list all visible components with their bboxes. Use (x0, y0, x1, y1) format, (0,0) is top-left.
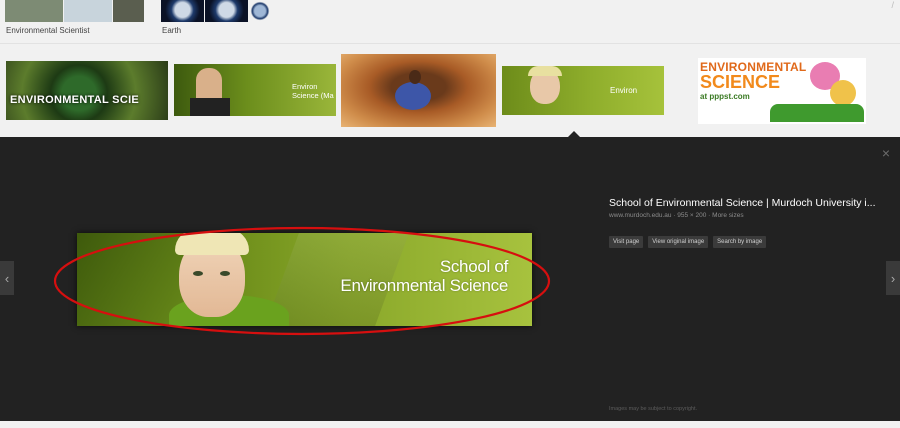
bottom-strip (0, 421, 900, 428)
thumbnail-figure (395, 82, 431, 110)
image-results-row: ENVIRONMENTAL SCIE Environ Science (Ma E… (0, 44, 900, 137)
chevron-left-icon: ‹ (4, 270, 10, 286)
result-thumbnail[interactable]: Environ Science (Ma (174, 64, 336, 116)
related-search-label: Environmental Scientist (6, 26, 90, 35)
thumbnail-figure-head (409, 70, 421, 84)
portrait-jacket (190, 98, 230, 116)
thumbnail-text: Environ Science (Ma (292, 82, 334, 100)
next-image-button[interactable]: › (886, 261, 900, 295)
thumbnail-text: ENVIRONMENTAL SCIE (10, 94, 140, 106)
result-thumbnail[interactable]: Environ (502, 66, 664, 115)
cartoon-grass (770, 104, 864, 122)
related-search-environmental-scientist[interactable]: Environmental Scientist (5, 0, 144, 35)
copyright-notice: Images may be subject to copyright. (609, 406, 698, 412)
image-actions: Visit page View original image Search by… (609, 236, 767, 248)
related-search-thumbs (5, 0, 144, 22)
thumbnail-text: SCIENCE (700, 72, 781, 92)
result-thumbnail[interactable]: ENVIRONMENTAL SCIE (6, 61, 168, 120)
previous-image-button[interactable]: ‹ (0, 261, 14, 295)
portrait-hair (528, 66, 562, 76)
thumbnail-text: at pppst.com (700, 92, 750, 101)
search-by-image-button[interactable]: Search by image (713, 236, 767, 248)
thumbnail-text: Environ (610, 86, 638, 95)
visit-page-button[interactable]: Visit page (609, 236, 644, 248)
related-search-thumbs (161, 0, 271, 22)
result-thumbnail[interactable] (341, 54, 496, 127)
image-preview-panel: × ‹ › School of Environmental Science Sc… (0, 137, 900, 421)
image-info: School of Environmental Science | Murdoc… (609, 197, 881, 219)
cartoon-figure (830, 80, 856, 106)
related-search-label: Earth (162, 26, 182, 35)
image-search-page: Environmental Scientist Earth / ENVIRONM… (0, 0, 900, 428)
image-title-link[interactable]: School of Environmental Science | Murdoc… (609, 197, 881, 209)
result-thumbnail[interactable]: ENVIRONMENTAL SCIENCE at pppst.com (698, 58, 866, 124)
chevron-right-icon: › (890, 270, 896, 286)
related-search-earth[interactable]: Earth (161, 0, 271, 35)
related-searches-bar: Environmental Scientist Earth / (0, 0, 900, 44)
highlight-ellipse (53, 226, 551, 336)
close-icon[interactable]: × (882, 145, 890, 161)
view-original-image-button[interactable]: View original image (648, 236, 709, 248)
scroll-right-icon[interactable]: / (891, 0, 894, 10)
image-meta: www.murdoch.edu.au · 955 × 200 · More si… (609, 212, 744, 219)
